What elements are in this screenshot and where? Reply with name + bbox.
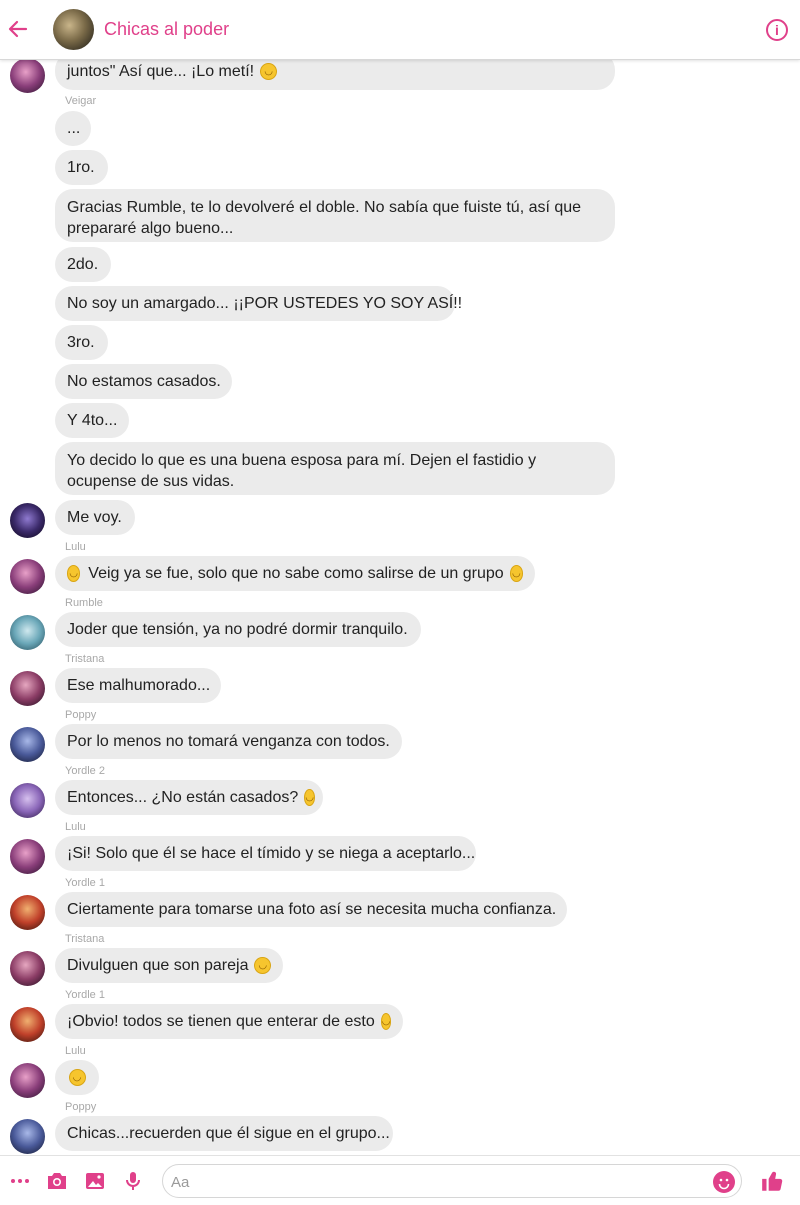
avatar-tristana[interactable] (10, 671, 45, 706)
message-bubble[interactable]: No soy un amargado... ¡¡POR USTEDES YO S… (55, 286, 462, 321)
avatar-rumble[interactable] (10, 615, 45, 650)
group-title[interactable]: Chicas al poder (104, 19, 229, 40)
sender-name: Yordle 2 (65, 765, 105, 777)
back-arrow-icon[interactable] (6, 17, 30, 41)
avatar-yordle-1[interactable] (10, 1007, 45, 1042)
sender-name: Poppy (65, 709, 97, 721)
sender-name: Veigar (65, 95, 97, 107)
chat-header: Chicas al poder i (0, 0, 800, 60)
sender-name: Poppy (65, 1101, 97, 1113)
message-text: ... (67, 120, 81, 137)
sender-name: Rumble (65, 597, 103, 609)
message-text: Veig ya se fue, solo que no sabe como sa… (88, 565, 504, 582)
message-text: Yo decido lo que es una buena esposa par… (67, 452, 537, 490)
message-bubble[interactable]: No estamos casados. (55, 364, 232, 399)
composer-bar (0, 1155, 800, 1205)
emoji-picker-icon[interactable] (713, 1171, 735, 1193)
message-text: 2do. (67, 256, 99, 273)
message-text: Gracias Rumble, te lo devolveré el doble… (67, 199, 582, 237)
message-bubble[interactable]: Entonces... ¿No están casados? ◡ (55, 780, 323, 815)
message-text: ¡Si! Solo que él se hace el tímido y se … (67, 845, 476, 862)
message-text: 1ro. (67, 159, 95, 176)
message-bubble[interactable]: Joder que tensión, ya no podré dormir tr… (55, 612, 421, 647)
message-bubble[interactable]: 1ro. (55, 150, 108, 185)
message-bubble[interactable]: Chicas...recuerden que él sigue en el gr… (55, 1116, 393, 1151)
group-avatar[interactable] (53, 9, 94, 50)
sender-name: Yordle 1 (65, 877, 105, 889)
message-text: Por lo menos no tomará venganza con todo… (67, 733, 390, 750)
sender-name: Tristana (65, 933, 105, 945)
message-bubble[interactable]: ... (55, 111, 91, 146)
message-composer[interactable] (162, 1164, 742, 1198)
avatar-poppy[interactable] (10, 1119, 45, 1154)
message-text: No estamos casados. (67, 373, 221, 390)
avatar-yordle-2[interactable] (10, 783, 45, 818)
shush-emoji-icon: ◡ (380, 1013, 392, 1030)
hug-emoji-icon: ◡ (67, 565, 81, 582)
message-text: Divulguen que son pareja (67, 957, 249, 974)
more-icon[interactable] (8, 1169, 32, 1193)
laugh-emoji-icon: ◡ (509, 565, 523, 582)
message-bubble[interactable]: 2do. (55, 247, 111, 282)
avatar-lulu[interactable] (10, 58, 45, 93)
message-bubble[interactable]: Me voy. (55, 500, 135, 535)
message-bubble[interactable]: Ciertamente para tomarse una foto así se… (55, 892, 567, 927)
message-bubble[interactable]: Ese malhumorado... (55, 668, 221, 703)
message-text: Chicas...recuerden que él sigue en el gr… (67, 1125, 390, 1142)
info-icon[interactable]: i (766, 19, 788, 41)
sender-name: Lulu (65, 821, 86, 833)
message-bubble[interactable]: Y 4to... (55, 403, 129, 438)
sender-name: Yordle 1 (65, 989, 105, 1001)
message-text: ¡Obvio! todos se tienen que enterar de e… (67, 1013, 375, 1030)
message-text: 3ro. (67, 334, 95, 351)
message-bubble[interactable]: Gracias Rumble, te lo devolveré el doble… (55, 189, 615, 242)
avatar-lulu[interactable] (10, 559, 45, 594)
avatar-lulu[interactable] (10, 839, 45, 874)
avatar-tristana[interactable] (10, 951, 45, 986)
thumbs-up-icon[interactable] (760, 1168, 786, 1194)
message-text: Joder que tensión, ya no podré dormir tr… (67, 621, 408, 638)
microphone-icon[interactable] (121, 1169, 145, 1193)
message-bubble[interactable]: ◡ (55, 1060, 99, 1095)
message-text: Ciertamente para tomarse una foto así se… (67, 901, 557, 918)
message-bubble[interactable]: Por lo menos no tomará venganza con todo… (55, 724, 402, 759)
camera-icon[interactable] (45, 1169, 69, 1193)
message-text: Y 4to... (67, 412, 118, 429)
sender-name: Lulu (65, 541, 86, 553)
message-bubble[interactable]: ¡Obvio! todos se tienen que enterar de e… (55, 1004, 403, 1039)
message-text: No soy un amargado... ¡¡POR USTEDES YO S… (67, 295, 463, 312)
avatar-veigar[interactable] (10, 503, 45, 538)
message-text: juntos" Así que... ¡Lo metí! (67, 62, 255, 80)
smile-emoji-icon: ◡ (68, 1069, 86, 1086)
message-text: Ese malhumorado... (67, 677, 211, 694)
sender-name: Lulu (65, 1045, 86, 1057)
message-text: Entonces... ¿No están casados? (67, 789, 299, 806)
kiss-emoji-icon: ◡ (304, 789, 315, 806)
message-bubble[interactable]: ◡ Veig ya se fue, solo que no sabe como … (55, 556, 535, 591)
message-bubble[interactable]: Yo decido lo que es una buena esposa par… (55, 442, 615, 495)
sender-name: Tristana (65, 653, 105, 665)
avatar-poppy[interactable] (10, 727, 45, 762)
avatar-yordle-1[interactable] (10, 895, 45, 930)
blush-emoji-icon: ◡ (260, 62, 278, 80)
message-bubble[interactable]: Divulguen que son pareja ◡ (55, 948, 283, 983)
avatar-lulu[interactable] (10, 1063, 45, 1098)
message-input[interactable] (171, 1172, 691, 1192)
message-text: Me voy. (67, 509, 122, 526)
message-bubble[interactable]: 3ro. (55, 325, 108, 360)
smirk-emoji-icon: ◡ (254, 957, 271, 974)
image-icon[interactable] (83, 1169, 107, 1193)
message-bubble[interactable]: ¡Si! Solo que él se hace el tímido y se … (55, 836, 476, 871)
